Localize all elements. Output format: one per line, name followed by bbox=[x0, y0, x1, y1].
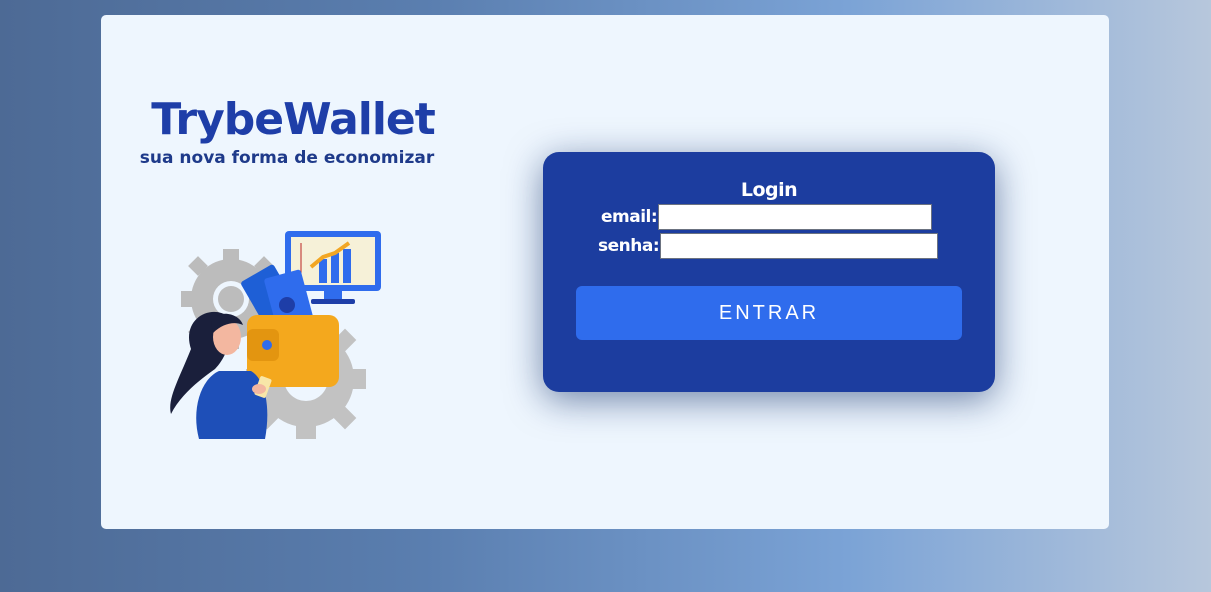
email-field[interactable] bbox=[658, 204, 933, 230]
wallet-icon bbox=[247, 315, 339, 387]
login-title: Login bbox=[740, 179, 798, 201]
login-form: Login email: senha: ENTRAR bbox=[543, 152, 995, 392]
enter-button[interactable]: ENTRAR bbox=[576, 286, 962, 340]
password-label: senha: bbox=[598, 236, 660, 256]
main-card: TrybeWallet sua nova forma de economizar bbox=[101, 15, 1109, 529]
email-label: email: bbox=[601, 207, 658, 227]
wallet-savings-illustration bbox=[161, 229, 386, 444]
brand-subtitle: sua nova forma de economizar bbox=[139, 148, 435, 168]
password-row: senha: bbox=[598, 233, 939, 259]
password-field[interactable] bbox=[660, 233, 939, 259]
brand-title: TrybeWallet bbox=[151, 94, 436, 145]
email-row: email: bbox=[601, 204, 933, 230]
brand-block: TrybeWallet sua nova forma de economizar bbox=[101, 91, 467, 169]
